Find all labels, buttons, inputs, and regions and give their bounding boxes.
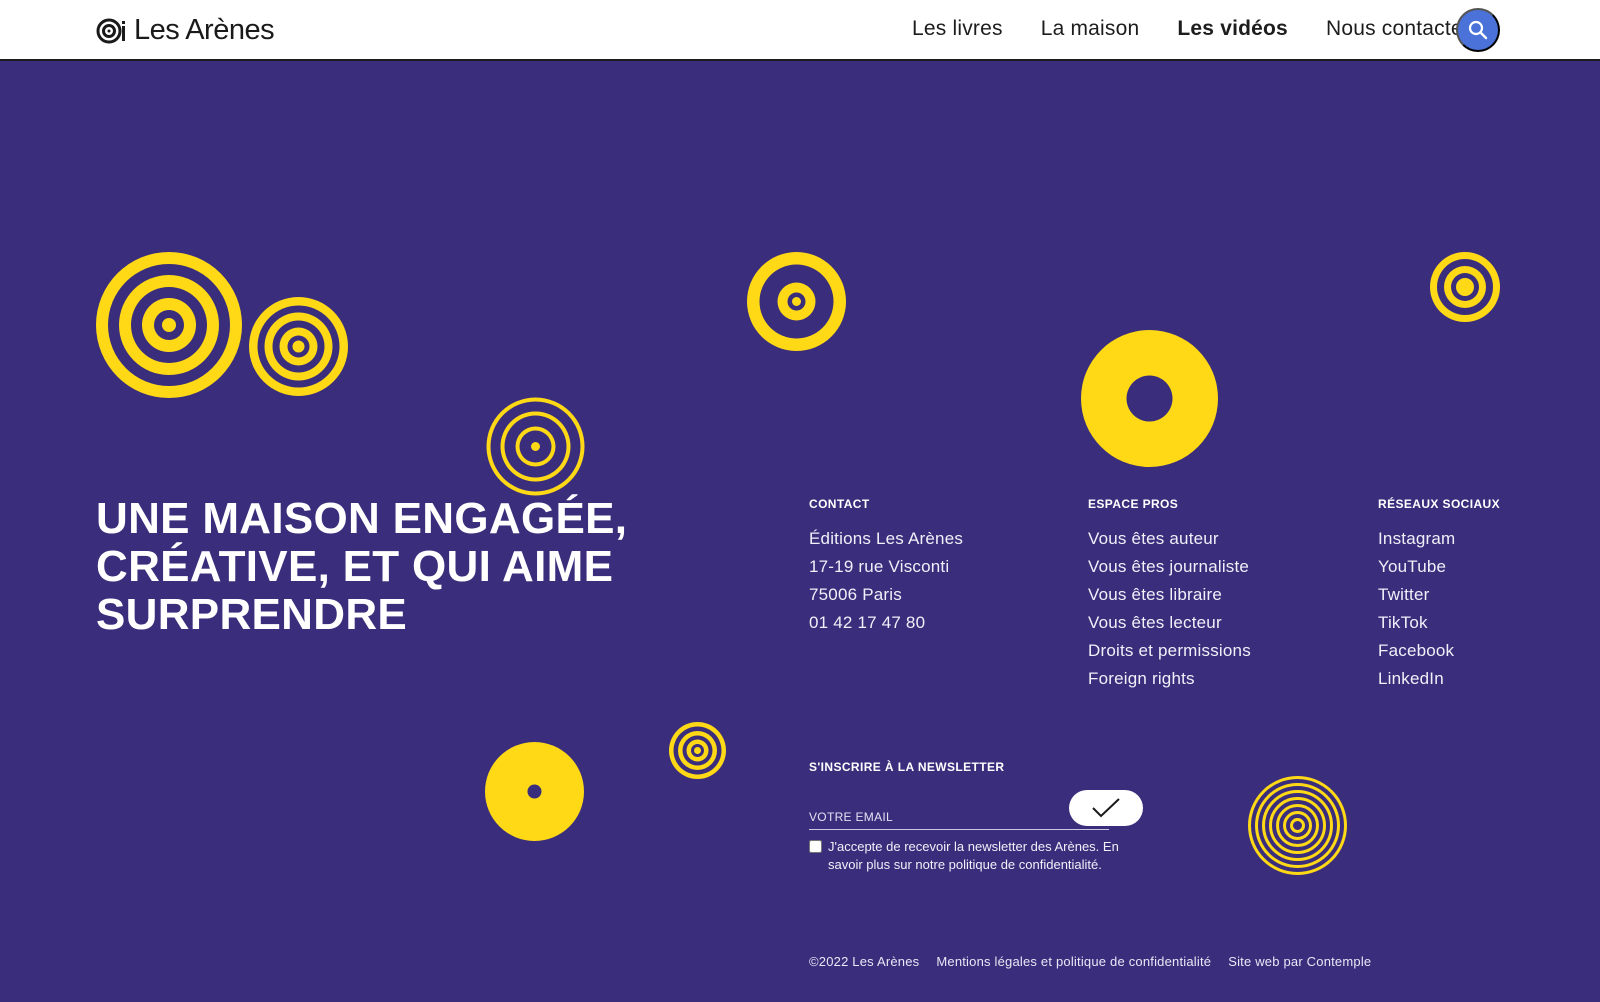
logo-text: Les Arènes <box>134 14 275 46</box>
checkmark-icon <box>1092 798 1120 818</box>
contact-title: CONTACT <box>809 497 870 511</box>
link-vous-etes-lecteur[interactable]: Vous êtes lecteur <box>1088 613 1222 632</box>
link-droits-permissions[interactable]: Droits et permissions <box>1088 641 1251 660</box>
contact-line: 75006 Paris <box>809 585 902 604</box>
link-vous-etes-journaliste[interactable]: Vous êtes journaliste <box>1088 557 1249 576</box>
site-header: Les Arènes Les livres La maison Les vidé… <box>0 0 1600 61</box>
search-button[interactable] <box>1456 8 1500 52</box>
link-youtube[interactable]: YouTube <box>1378 557 1446 576</box>
social-title: RÉSEAUX SOCIAUX <box>1378 497 1501 511</box>
newsletter-title: S'INSCRIRE À LA NEWSLETTER <box>809 760 1005 774</box>
link-legal[interactable]: Mentions légales et politique de confide… <box>936 954 1211 969</box>
link-tiktok[interactable]: TikTok <box>1378 613 1428 632</box>
consent-text: J'accepte de recevoir la newsletter des … <box>828 839 1119 872</box>
link-twitter[interactable]: Twitter <box>1378 585 1429 604</box>
decor-dot-disc-icon <box>485 742 584 841</box>
contact-column: CONTACT Éditions Les Arènes 17-19 rue Vi… <box>809 497 963 637</box>
decor-target-small-icon <box>1430 252 1500 322</box>
decor-target-rings-icon <box>486 397 585 496</box>
link-credit[interactable]: Site web par Contemple <box>1228 954 1371 969</box>
nav-item-la-maison[interactable]: La maison <box>1041 17 1140 41</box>
contact-line: 17-19 rue Visconti <box>809 557 950 576</box>
nav-item-les-livres[interactable]: Les livres <box>912 17 1003 41</box>
link-vous-etes-libraire[interactable]: Vous êtes libraire <box>1088 585 1222 604</box>
link-instagram[interactable]: Instagram <box>1378 529 1455 548</box>
site-logo[interactable]: Les Arènes <box>96 14 275 47</box>
contact-phone[interactable]: 01 42 17 47 80 <box>809 609 963 637</box>
nav-item-nous-contacter[interactable]: Nous contacter <box>1326 17 1470 41</box>
footer-bottom-bar: ©2022 Les Arènes Mentions légales et pol… <box>809 954 1371 969</box>
decor-target-medium-icon <box>249 297 348 396</box>
newsletter-submit-button[interactable] <box>1069 790 1143 826</box>
decor-target-center-icon <box>747 252 846 351</box>
tagline-heading: UNE MAISON ENGAGÉE, CRÉATIVE, ET QUI AIM… <box>96 494 628 639</box>
link-linkedin[interactable]: LinkedIn <box>1378 669 1444 688</box>
link-facebook[interactable]: Facebook <box>1378 641 1454 660</box>
search-icon <box>1468 20 1488 40</box>
decor-spiral-rings-icon <box>1248 776 1347 875</box>
consent-row: J'accepte de recevoir la newsletter des … <box>809 838 1149 874</box>
link-vous-etes-auteur[interactable]: Vous êtes auteur <box>1088 529 1219 548</box>
social-column: RÉSEAUX SOCIAUX Instagram YouTube Twitte… <box>1378 497 1500 693</box>
copyright-text: ©2022 Les Arènes <box>809 954 920 969</box>
espace-pros-title: ESPACE PROS <box>1088 497 1179 511</box>
nav-item-les-videos[interactable]: Les vidéos <box>1177 17 1288 41</box>
espace-pros-column: ESPACE PROS Vous êtes auteur Vous êtes j… <box>1088 497 1251 693</box>
decor-target-large-icon <box>96 252 242 398</box>
main-nav: Les livres La maison Les vidéos Nous con… <box>912 17 1470 41</box>
email-input[interactable] <box>809 804 1109 830</box>
consent-checkbox[interactable] <box>809 840 822 853</box>
email-row <box>809 790 1144 838</box>
contact-line: Éditions Les Arènes <box>809 529 964 548</box>
newsletter-form: S'INSCRIRE À LA NEWSLETTER J'accepte de … <box>809 760 1149 872</box>
decor-target-tiny-icon <box>669 722 726 779</box>
decor-donut-icon <box>1081 330 1218 467</box>
link-foreign-rights[interactable]: Foreign rights <box>1088 669 1195 688</box>
logo-target-icon <box>96 18 125 43</box>
